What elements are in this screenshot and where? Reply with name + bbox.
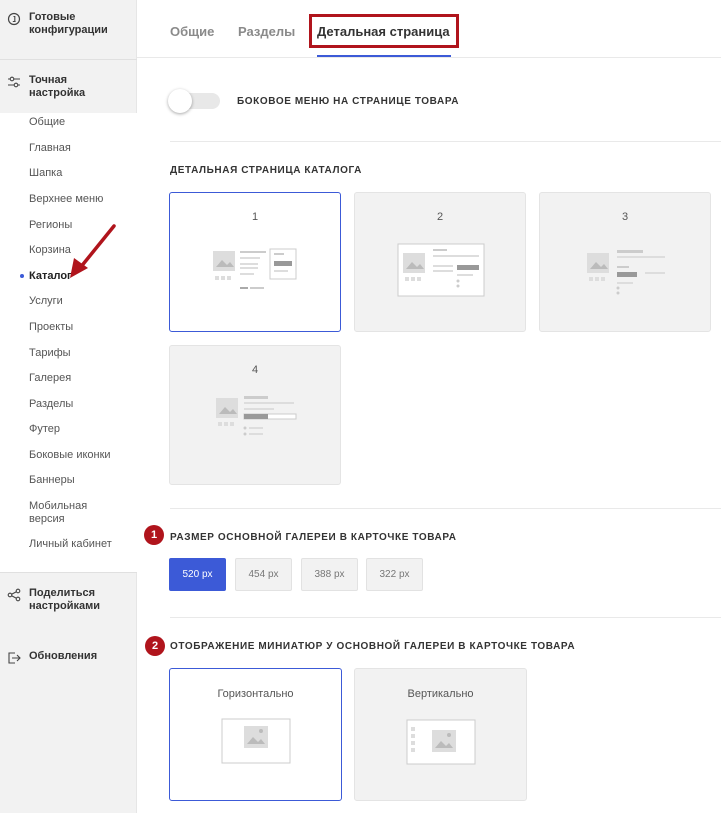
- horizontal-preview-icon: [221, 718, 291, 764]
- side-menu-label: БОКОВОЕ МЕНЮ НА СТРАНИЦЕ ТОВАРА: [237, 96, 460, 107]
- layout-card-2[interactable]: 2: [354, 192, 526, 332]
- size-option-454[interactable]: 454 px: [235, 558, 292, 591]
- share-icon: [7, 588, 21, 602]
- annotation-badge-2: 2: [145, 636, 165, 656]
- ready-configs-label: Готовые конфигурации: [29, 11, 108, 36]
- logout-icon: [8, 652, 21, 664]
- divider: [0, 572, 137, 573]
- thumbnails-vertical-option[interactable]: Вертикально: [354, 668, 527, 801]
- option-label: Вертикально: [407, 688, 474, 700]
- thumbnails-horizontal-option[interactable]: Горизонтально: [169, 668, 342, 801]
- layout-number: 4: [251, 364, 259, 376]
- sidebar-item-services[interactable]: Услуги: [29, 295, 63, 308]
- size-option-322[interactable]: 322 px: [366, 558, 423, 591]
- tab-general[interactable]: Общие: [170, 24, 214, 39]
- vertical-preview-icon: [406, 719, 476, 765]
- layout-card-4[interactable]: 4: [169, 345, 341, 485]
- fine-tuning-label: Точная настройка: [29, 74, 86, 99]
- divider: [137, 57, 721, 58]
- sidebar-item-sections[interactable]: Разделы: [29, 398, 73, 411]
- updates-label: Обновления: [29, 650, 98, 662]
- settings-list: Общие Главная Шапка Верхнее меню Регионы…: [0, 113, 137, 572]
- sidebar: Готовые конфигурации Точная настройка Об…: [0, 0, 137, 813]
- detail-page-title: ДЕТАЛЬНАЯ СТРАНИЦА КАТАЛОГА: [170, 165, 362, 176]
- sliders-icon: [8, 76, 20, 88]
- layout-1-preview-icon: [213, 248, 297, 289]
- sidebar-updates[interactable]: Обновления: [0, 650, 137, 665]
- sidebar-item-top-menu[interactable]: Верхнее меню: [29, 193, 103, 206]
- layout-3-preview-icon: [587, 250, 665, 295]
- layout-number: 2: [436, 211, 444, 223]
- layout-card-3[interactable]: 3: [539, 192, 711, 332]
- sidebar-item-gallery[interactable]: Галерея: [29, 372, 71, 385]
- layout-card-1[interactable]: 1: [169, 192, 341, 332]
- size-option-388[interactable]: 388 px: [301, 558, 358, 591]
- toggle-knob: [168, 89, 192, 113]
- share-label: Поделиться настройками: [29, 587, 100, 612]
- divider: [0, 59, 137, 60]
- layout-number: 1: [251, 211, 259, 223]
- annotation-badge-1: 1: [144, 525, 164, 545]
- sidebar-item-header[interactable]: Шапка: [29, 167, 62, 180]
- sidebar-fine-tuning[interactable]: Точная настройка: [0, 74, 137, 100]
- sidebar-item-account[interactable]: Личный кабинет: [29, 538, 112, 551]
- side-menu-toggle[interactable]: [168, 89, 220, 113]
- configs-icon: [7, 12, 21, 26]
- layout-number: 3: [621, 211, 629, 223]
- sidebar-ready-configs[interactable]: Готовые конфигурации: [0, 11, 137, 37]
- sidebar-share[interactable]: Поделиться настройками: [0, 587, 137, 613]
- sidebar-item-projects[interactable]: Проекты: [29, 321, 73, 334]
- sidebar-item-side-icons[interactable]: Боковые иконки: [29, 449, 111, 462]
- sidebar-item-mobile[interactable]: Мобильная версия: [29, 500, 99, 526]
- divider: [170, 141, 721, 142]
- tab-detail-page[interactable]: Детальная страница: [317, 24, 450, 39]
- divider: [170, 617, 721, 618]
- annotation-arrow: [70, 224, 116, 278]
- sidebar-item-tariffs[interactable]: Тарифы: [29, 347, 71, 360]
- size-option-520[interactable]: 520 px: [169, 558, 226, 591]
- divider: [170, 508, 721, 509]
- layout-2-preview-icon: [397, 243, 485, 297]
- active-indicator-dot: [20, 274, 24, 278]
- gallery-size-title: РАЗМЕР ОСНОВНОЙ ГАЛЕРЕИ В КАРТОЧКЕ ТОВАР…: [170, 532, 457, 543]
- tab-sections[interactable]: Разделы: [238, 24, 295, 39]
- layout-4-preview-icon: [216, 396, 297, 436]
- option-label: Горизонтально: [217, 688, 294, 700]
- sidebar-item-main[interactable]: Главная: [29, 142, 71, 155]
- sidebar-item-footer[interactable]: Футер: [29, 423, 60, 436]
- thumbnails-title: ОТОБРАЖЕНИЕ МИНИАТЮР У ОСНОВНОЙ ГАЛЕРЕИ …: [170, 641, 576, 652]
- sidebar-item-general[interactable]: Общие: [29, 116, 65, 129]
- sidebar-item-banners[interactable]: Баннеры: [29, 474, 75, 487]
